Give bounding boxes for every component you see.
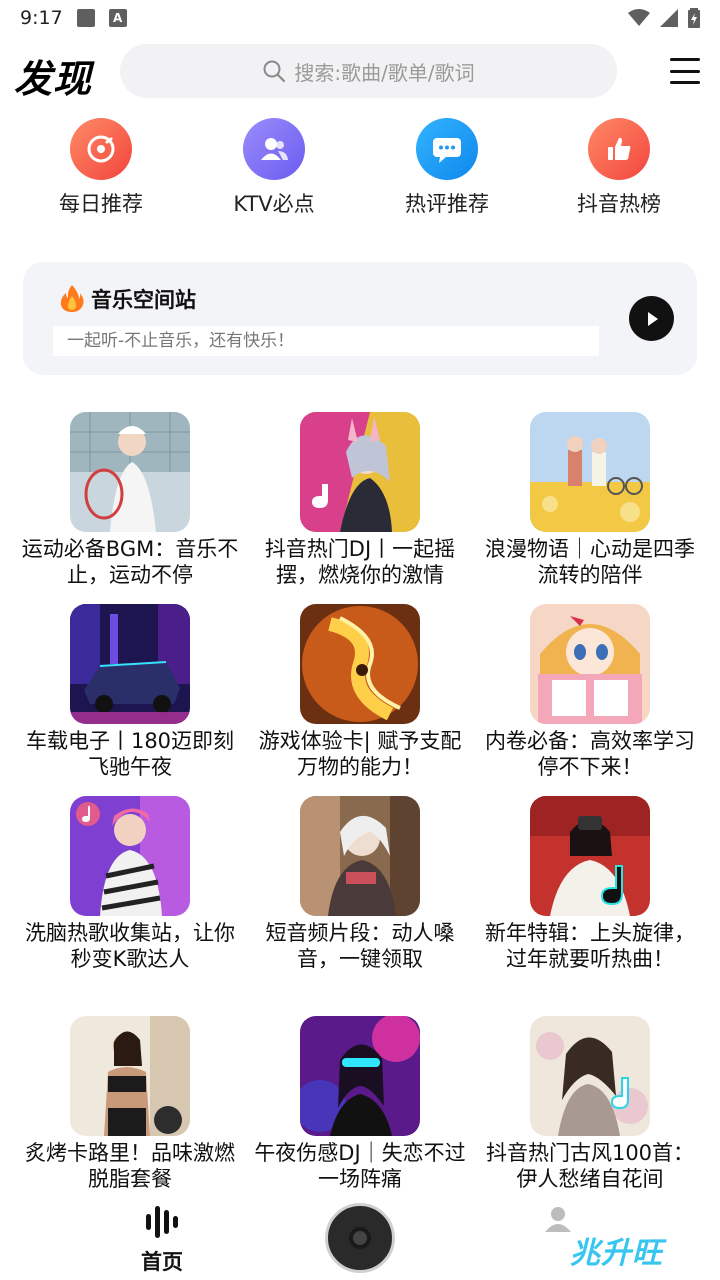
quick-link-ktv[interactable]: KTV必点 <box>199 118 349 218</box>
playlist-cover <box>530 1016 650 1136</box>
bottom-nav: 首页 兆升旺 <box>0 1196 720 1280</box>
nav-home[interactable]: 首页 <box>124 1204 200 1276</box>
playlist-card[interactable]: 抖音热门DJ丨一起摇摆，燃烧你的激情 <box>245 412 475 588</box>
fire-icon <box>60 285 84 312</box>
station-subtitle: 一起听-不止音乐，还有快乐！ <box>53 326 599 356</box>
playlist-cover <box>70 796 190 916</box>
music-station-card[interactable]: 音乐空间站 一起听-不止音乐，还有快乐！ <box>23 262 697 375</box>
playlist-title: 洗脑热歌收集站，让你秒变K歌达人 <box>25 921 235 971</box>
nav-home-label: 首页 <box>141 1250 183 1274</box>
playlist-title: 午夜伤感DJ｜失恋不过一场阵痛 <box>254 1141 466 1191</box>
playlist-cover <box>530 796 650 916</box>
playlist-cover <box>70 1016 190 1136</box>
playlist-title: 游戏体验卡| 赋予支配万物的能力！ <box>258 729 462 779</box>
playlist-cover <box>530 604 650 724</box>
playlist-card[interactable]: 洗脑热歌收集站，让你秒变K歌达人 <box>15 796 245 972</box>
quick-link-comments[interactable]: 热评推荐 <box>372 118 522 218</box>
playlist-title: 短音频片段：动人嗓音，一键领取 <box>265 921 455 971</box>
station-title: 音乐空间站 <box>91 288 196 312</box>
playlist-cover <box>300 796 420 916</box>
users-icon <box>243 118 305 180</box>
playlist-card[interactable]: 车载电子丨180迈即刻飞驰午夜 <box>15 604 245 780</box>
menu-button[interactable] <box>668 54 702 88</box>
menu-line <box>670 69 700 73</box>
battery-icon <box>688 8 700 28</box>
disc-icon <box>70 118 132 180</box>
playlist-card[interactable]: 炙烤卡路里！品味激燃脱脂套餐 <box>15 1016 245 1192</box>
watermark-logo: 兆升旺 <box>570 1236 663 1271</box>
playlist-card[interactable]: 午夜伤感DJ｜失恋不过一场阵痛 <box>245 1016 475 1192</box>
quick-link-label: 热评推荐 <box>405 192 489 216</box>
quick-link-label: 每日推荐 <box>59 192 143 216</box>
search-icon <box>263 60 286 83</box>
status-time: 9:17 <box>20 7 63 29</box>
status-right <box>628 8 700 28</box>
menu-line <box>670 58 700 61</box>
status-bar: 9:17 A <box>0 0 720 36</box>
a-notification-icon: A <box>108 9 127 27</box>
quick-link-douyin[interactable]: 抖音热榜 <box>544 118 694 218</box>
playlist-title: 内卷必备：高效率学习停不下来！ <box>485 729 695 779</box>
quick-links: 每日推荐 KTV必点 热评推荐 抖音热榜 <box>0 118 720 218</box>
wifi-icon <box>628 9 650 26</box>
thumbs-up-icon <box>588 118 650 180</box>
playlist-card[interactable]: 游戏体验卡| 赋予支配万物的能力！ <box>245 604 475 780</box>
comment-icon <box>416 118 478 180</box>
playlist-cover <box>530 412 650 532</box>
playlist-title: 抖音热门DJ丨一起摇摆，燃烧你的激情 <box>264 537 456 587</box>
playlist-card[interactable]: 新年特辑：上头旋律，过年就要听热曲！ <box>475 796 705 972</box>
playlist-title: 抖音热门古风100首：伊人愁绪自花间 <box>485 1141 695 1191</box>
user-icon[interactable] <box>543 1204 573 1234</box>
menu-line <box>670 81 700 84</box>
signal-icon <box>660 9 678 27</box>
playlist-cover <box>300 412 420 532</box>
now-playing-disc[interactable] <box>325 1203 395 1273</box>
playlist-title: 浪漫物语｜心动是四季流转的陪伴 <box>485 537 695 587</box>
quick-link-daily[interactable]: 每日推荐 <box>26 118 176 218</box>
playlist-card[interactable]: 运动必备BGM：音乐不止，运动不停 <box>15 412 245 588</box>
disc-center <box>349 1227 371 1249</box>
play-button[interactable] <box>629 296 674 341</box>
playlist-title: 新年特辑：上头旋律，过年就要听热曲！ <box>485 921 695 971</box>
playlist-cover <box>300 604 420 724</box>
image-notification-icon <box>76 9 95 27</box>
play-icon <box>647 311 658 326</box>
playlist-title: 炙烤卡路里！品味激燃脱脂套餐 <box>25 1141 235 1191</box>
search-placeholder: 搜索:歌曲/歌单/歌词 <box>294 60 475 85</box>
playlist-cover <box>300 1016 420 1136</box>
page-title: 发现 <box>14 57 93 101</box>
playlist-title: 运动必备BGM：音乐不止，运动不停 <box>21 537 239 587</box>
quick-link-label: KTV必点 <box>233 192 315 216</box>
equalizer-icon <box>146 1206 178 1238</box>
playlist-card[interactable]: 短音频片段：动人嗓音，一键领取 <box>245 796 475 972</box>
playlist-card[interactable]: 浪漫物语｜心动是四季流转的陪伴 <box>475 412 705 588</box>
header: 发现 搜索:歌曲/歌单/歌词 <box>0 42 720 101</box>
playlist-card[interactable]: 内卷必备：高效率学习停不下来！ <box>475 604 705 780</box>
quick-link-label: 抖音热榜 <box>577 192 661 216</box>
search-bar[interactable]: 搜索:歌曲/歌单/歌词 <box>120 44 617 98</box>
playlist-card[interactable]: 抖音热门古风100首：伊人愁绪自花间 <box>475 1016 705 1192</box>
playlist-cover <box>70 604 190 724</box>
playlist-title: 车载电子丨180迈即刻飞驰午夜 <box>25 729 235 779</box>
playlist-cover <box>70 412 190 532</box>
